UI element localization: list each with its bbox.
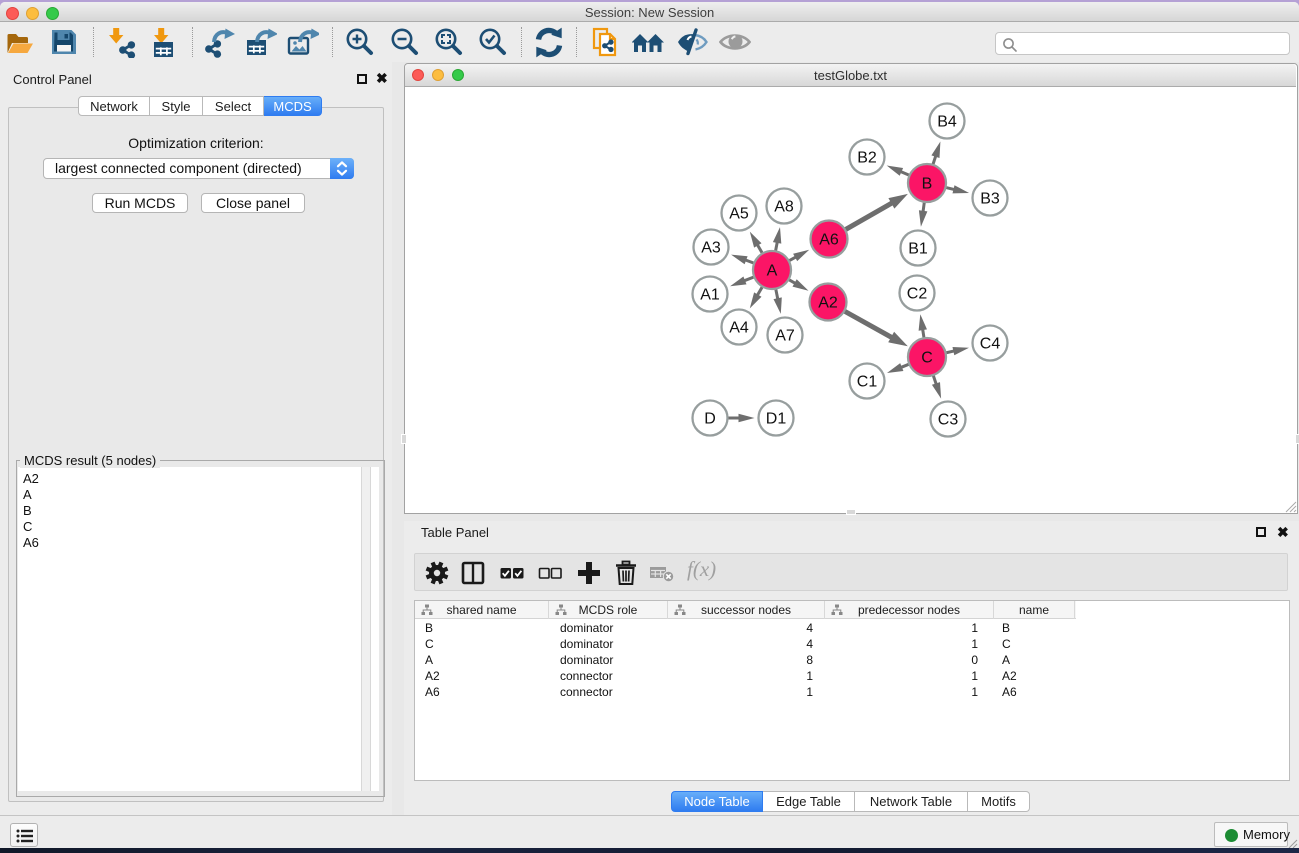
svg-text:B4: B4 xyxy=(937,114,957,131)
svg-text:C4: C4 xyxy=(980,336,1001,353)
svg-text:A3: A3 xyxy=(701,240,721,257)
svg-text:C1: C1 xyxy=(857,374,878,391)
svg-text:A8: A8 xyxy=(774,199,794,216)
svg-text:D: D xyxy=(704,411,716,428)
svg-text:C3: C3 xyxy=(938,412,959,429)
svg-text:C2: C2 xyxy=(907,286,928,303)
svg-text:A1: A1 xyxy=(700,287,720,304)
svg-text:C: C xyxy=(921,350,933,367)
svg-text:D1: D1 xyxy=(766,411,787,428)
svg-text:A2: A2 xyxy=(818,295,838,312)
svg-text:B: B xyxy=(922,176,933,193)
svg-text:A7: A7 xyxy=(775,328,795,345)
svg-text:A: A xyxy=(767,263,778,280)
svg-text:B2: B2 xyxy=(857,150,877,167)
svg-text:B3: B3 xyxy=(980,191,1000,208)
svg-text:B1: B1 xyxy=(908,241,928,258)
svg-text:A6: A6 xyxy=(819,232,839,249)
svg-text:A5: A5 xyxy=(729,206,749,223)
svg-text:A4: A4 xyxy=(729,320,749,337)
